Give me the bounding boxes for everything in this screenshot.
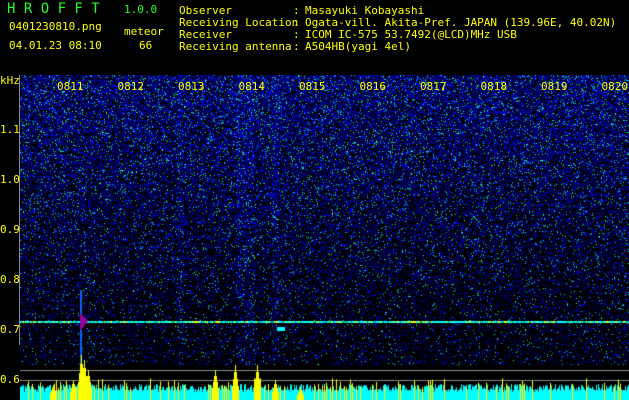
file-name: 0401230810.png — [9, 20, 102, 33]
app-version: 1.0.0 — [124, 3, 158, 16]
freq-label: 1.0 — [0, 173, 20, 186]
freq-label: 1.1 — [0, 123, 20, 136]
datetime: 04.01.23 08:10 — [9, 39, 102, 52]
info-label: Receiving antenna — [179, 40, 292, 53]
freq-axis-line — [19, 75, 20, 345]
time-label: 0816 — [359, 80, 387, 93]
time-label: 0820 — [601, 80, 629, 93]
app-title: H R O F F T — [7, 1, 100, 17]
time-label: 0818 — [480, 80, 508, 93]
freq-label: 0.7 — [0, 323, 20, 336]
freq-unit: kHz — [0, 74, 20, 87]
time-label: 0813 — [178, 80, 205, 93]
freq-label: 0.8 — [0, 273, 20, 286]
time-label: 0817 — [420, 80, 447, 93]
time-label: 0815 — [299, 80, 326, 93]
info-value: A504HB(yagi 4el) — [305, 40, 411, 53]
time-label: 0814 — [238, 80, 266, 93]
info-colon: : — [293, 40, 300, 53]
time-label: 0819 — [541, 80, 568, 93]
meteor-count: 66 — [139, 39, 153, 52]
freq-label: 0.6 — [0, 373, 20, 386]
meteor-label: meteor — [124, 25, 164, 38]
time-label: 0812 — [117, 80, 145, 93]
spectrogram — [20, 75, 629, 400]
time-label: 0811 — [57, 80, 84, 93]
freq-label: 0.9 — [0, 223, 20, 236]
